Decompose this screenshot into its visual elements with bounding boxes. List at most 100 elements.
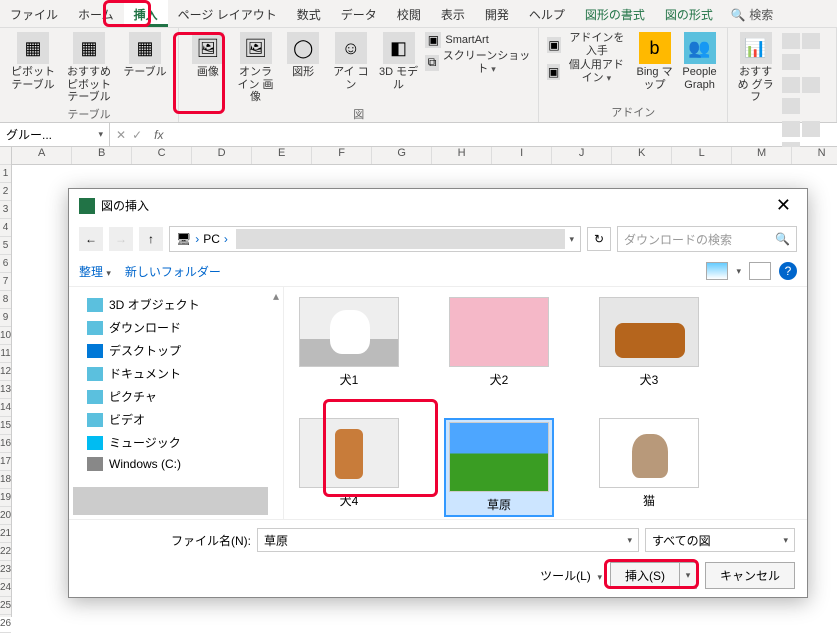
- breadcrumb-pc[interactable]: PC: [203, 232, 220, 246]
- row-header[interactable]: 1: [0, 165, 11, 183]
- column-header[interactable]: M: [732, 147, 792, 164]
- file-item[interactable]: 犬1: [294, 297, 404, 388]
- tree-item[interactable]: ビデオ: [73, 408, 279, 431]
- file-type-filter[interactable]: すべての図 ▾: [645, 528, 795, 552]
- view-mode-button[interactable]: [706, 262, 728, 280]
- row-header[interactable]: 26: [0, 615, 11, 633]
- tab-developer[interactable]: 開発: [475, 0, 519, 27]
- preview-pane-button[interactable]: [749, 262, 771, 280]
- row-header[interactable]: 6: [0, 255, 11, 273]
- file-item[interactable]: 草原: [444, 418, 554, 517]
- row-header[interactable]: 8: [0, 291, 11, 309]
- tab-help[interactable]: ヘルプ: [519, 0, 575, 27]
- tab-insert[interactable]: 挿入: [124, 0, 168, 27]
- tree-item[interactable]: ドキュメント: [73, 362, 279, 385]
- column-header[interactable]: B: [72, 147, 132, 164]
- tab-page-layout[interactable]: ページ レイアウト: [168, 0, 287, 27]
- row-header[interactable]: 18: [0, 471, 11, 489]
- row-header[interactable]: 19: [0, 489, 11, 507]
- icons-button[interactable]: ☺アイ コン: [330, 32, 372, 91]
- tree-item[interactable]: ピクチャ: [73, 385, 279, 408]
- row-header[interactable]: 23: [0, 561, 11, 579]
- recommended-pivot-button[interactable]: ▦おすすめ ピボットテーブル: [64, 32, 114, 104]
- tree-item[interactable]: デスクトップ: [73, 339, 279, 362]
- smartart-button[interactable]: ▣SmartArt: [425, 32, 530, 48]
- nav-up-button[interactable]: ↑: [139, 227, 163, 251]
- row-header[interactable]: 7: [0, 273, 11, 291]
- row-header[interactable]: 12: [0, 363, 11, 381]
- row-header[interactable]: 2: [0, 183, 11, 201]
- online-pictures-button[interactable]: 🖼オンライン 画像: [235, 32, 277, 104]
- small-chart-icon[interactable]: [802, 33, 820, 49]
- tree-item[interactable]: 3D オブジェクト: [73, 293, 279, 316]
- chevron-down-icon[interactable]: ▾: [627, 535, 632, 546]
- column-header[interactable]: C: [132, 147, 192, 164]
- small-chart-icon[interactable]: [802, 121, 820, 137]
- column-header[interactable]: I: [492, 147, 552, 164]
- help-button[interactable]: ?: [779, 262, 797, 280]
- organize-button[interactable]: 整理 ▾: [79, 263, 111, 280]
- chevron-down-icon[interactable]: ▾: [569, 234, 574, 245]
- column-header[interactable]: H: [432, 147, 492, 164]
- fx-icon[interactable]: fx: [148, 128, 163, 142]
- nav-forward-button[interactable]: →: [109, 227, 133, 251]
- people-graph-button[interactable]: 👥People Graph: [680, 32, 719, 91]
- 3d-models-button[interactable]: ◧3D モデル: [378, 32, 420, 91]
- tab-data[interactable]: データ: [331, 0, 387, 27]
- close-button[interactable]: ✕: [770, 195, 797, 216]
- cancel-button[interactable]: キャンセル: [705, 562, 795, 589]
- row-header[interactable]: 24: [0, 579, 11, 597]
- tab-shape-format[interactable]: 図形の書式: [575, 0, 655, 27]
- tab-review[interactable]: 校閲: [387, 0, 431, 27]
- row-header[interactable]: 5: [0, 237, 11, 255]
- row-header[interactable]: 4: [0, 219, 11, 237]
- small-chart-icon[interactable]: [802, 77, 820, 93]
- tree-item[interactable]: ダウンロード: [73, 316, 279, 339]
- insert-dropdown-button[interactable]: ▾: [679, 562, 697, 589]
- row-header[interactable]: 25: [0, 597, 11, 615]
- row-header[interactable]: 3: [0, 201, 11, 219]
- tools-dropdown[interactable]: ツール(L) ▾: [540, 567, 602, 584]
- filename-input[interactable]: 草原 ▾: [257, 528, 639, 552]
- row-header[interactable]: 21: [0, 525, 11, 543]
- name-box[interactable]: グルー...▾: [0, 123, 110, 146]
- get-addins-button[interactable]: ▣アドインを入手: [547, 32, 629, 57]
- column-header[interactable]: K: [612, 147, 672, 164]
- table-button[interactable]: ▦テーブル: [120, 32, 170, 79]
- tree-item[interactable]: ミュージック: [73, 431, 279, 454]
- formula-confirm-icon[interactable]: ✓: [132, 128, 142, 142]
- my-addins-button[interactable]: ▣個人用アドイン ▾: [547, 59, 629, 84]
- column-header[interactable]: F: [312, 147, 372, 164]
- chevron-down-icon[interactable]: ▾: [783, 535, 788, 546]
- row-header[interactable]: 15: [0, 417, 11, 435]
- bing-maps-button[interactable]: bBing マップ: [635, 32, 674, 91]
- column-header[interactable]: E: [252, 147, 312, 164]
- row-header[interactable]: 9: [0, 309, 11, 327]
- dialog-search-input[interactable]: ダウンロードの検索 🔍: [617, 226, 797, 252]
- small-chart-icon[interactable]: [782, 54, 800, 70]
- row-header[interactable]: 14: [0, 399, 11, 417]
- column-header[interactable]: G: [372, 147, 432, 164]
- row-header[interactable]: 13: [0, 381, 11, 399]
- screenshot-button[interactable]: ⧉スクリーンショット ▾: [425, 50, 530, 75]
- column-header[interactable]: L: [672, 147, 732, 164]
- chevron-down-icon[interactable]: ▾: [736, 266, 741, 277]
- file-item[interactable]: 犬4: [294, 418, 404, 517]
- column-header[interactable]: N: [792, 147, 837, 164]
- file-item[interactable]: 犬2: [444, 297, 554, 388]
- row-header[interactable]: 16: [0, 435, 11, 453]
- column-header[interactable]: A: [12, 147, 72, 164]
- recommended-charts-button[interactable]: 📊おすすめ グラフ: [736, 32, 775, 104]
- tree-item[interactable]: Windows (C:): [73, 454, 279, 474]
- breadcrumb[interactable]: 🖥 › PC › ▾: [169, 226, 581, 252]
- row-header[interactable]: 10: [0, 327, 11, 345]
- scroll-up-icon[interactable]: ▴: [273, 289, 283, 299]
- tab-view[interactable]: 表示: [431, 0, 475, 27]
- row-header[interactable]: 22: [0, 543, 11, 561]
- file-item[interactable]: 猫: [594, 418, 704, 517]
- refresh-button[interactable]: ↻: [587, 227, 611, 251]
- small-chart-icon[interactable]: [782, 77, 800, 93]
- tab-file[interactable]: ファイル: [0, 0, 68, 27]
- row-header[interactable]: 11: [0, 345, 11, 363]
- column-header[interactable]: D: [192, 147, 252, 164]
